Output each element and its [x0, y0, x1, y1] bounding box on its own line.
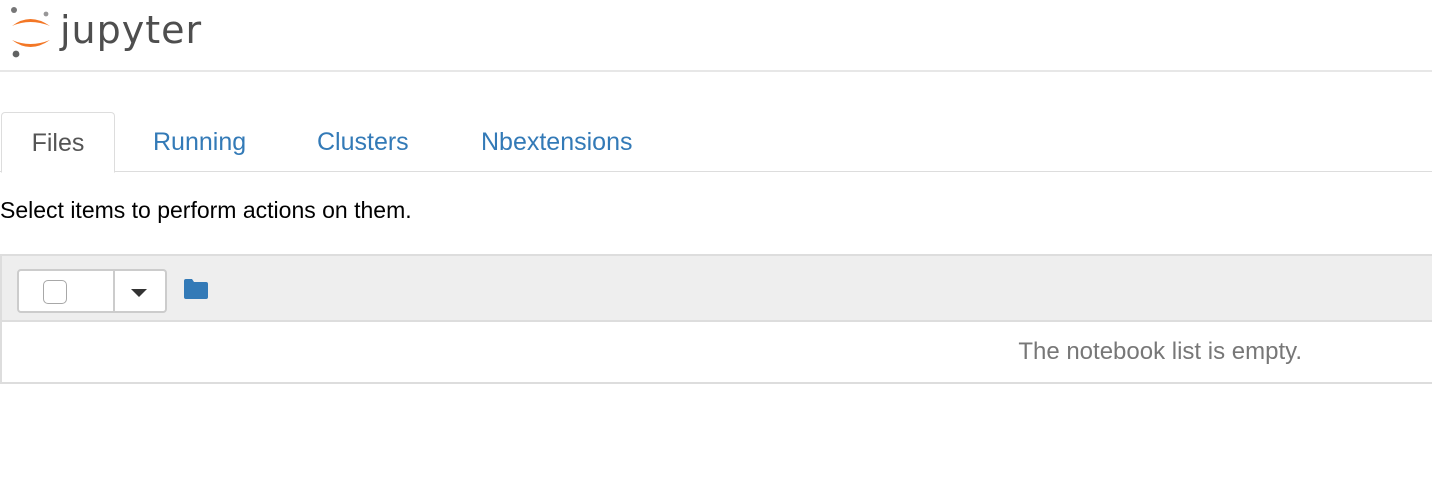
- tab-running[interactable]: Running: [153, 112, 246, 171]
- tab-bar: Files Running Clusters Nbextensions: [0, 112, 1432, 173]
- instructions-text: Select items to perform actions on them.: [0, 197, 412, 223]
- tab-nbextensions[interactable]: Nbextensions: [481, 112, 632, 171]
- logo-text: jupyter: [60, 8, 203, 52]
- tab-files[interactable]: Files: [1, 112, 115, 173]
- jupyter-logo[interactable]: jupyter: [6, 4, 202, 60]
- notebook-list: The notebook list is empty.: [0, 254, 1432, 384]
- select-all-group: [17, 269, 167, 313]
- select-dropdown-button[interactable]: [115, 269, 167, 313]
- tab-clusters[interactable]: Clusters: [317, 112, 409, 171]
- select-all-box[interactable]: [17, 269, 115, 313]
- notebook-list-toolbar: [2, 256, 1432, 322]
- header: jupyter: [0, 0, 1432, 72]
- jupyter-logo-icon: [11, 7, 50, 58]
- folder-icon[interactable]: [183, 278, 209, 300]
- select-all-checkbox[interactable]: [43, 280, 67, 304]
- caret-down-icon: [131, 289, 147, 297]
- empty-list-message: The notebook list is empty.: [1018, 338, 1302, 365]
